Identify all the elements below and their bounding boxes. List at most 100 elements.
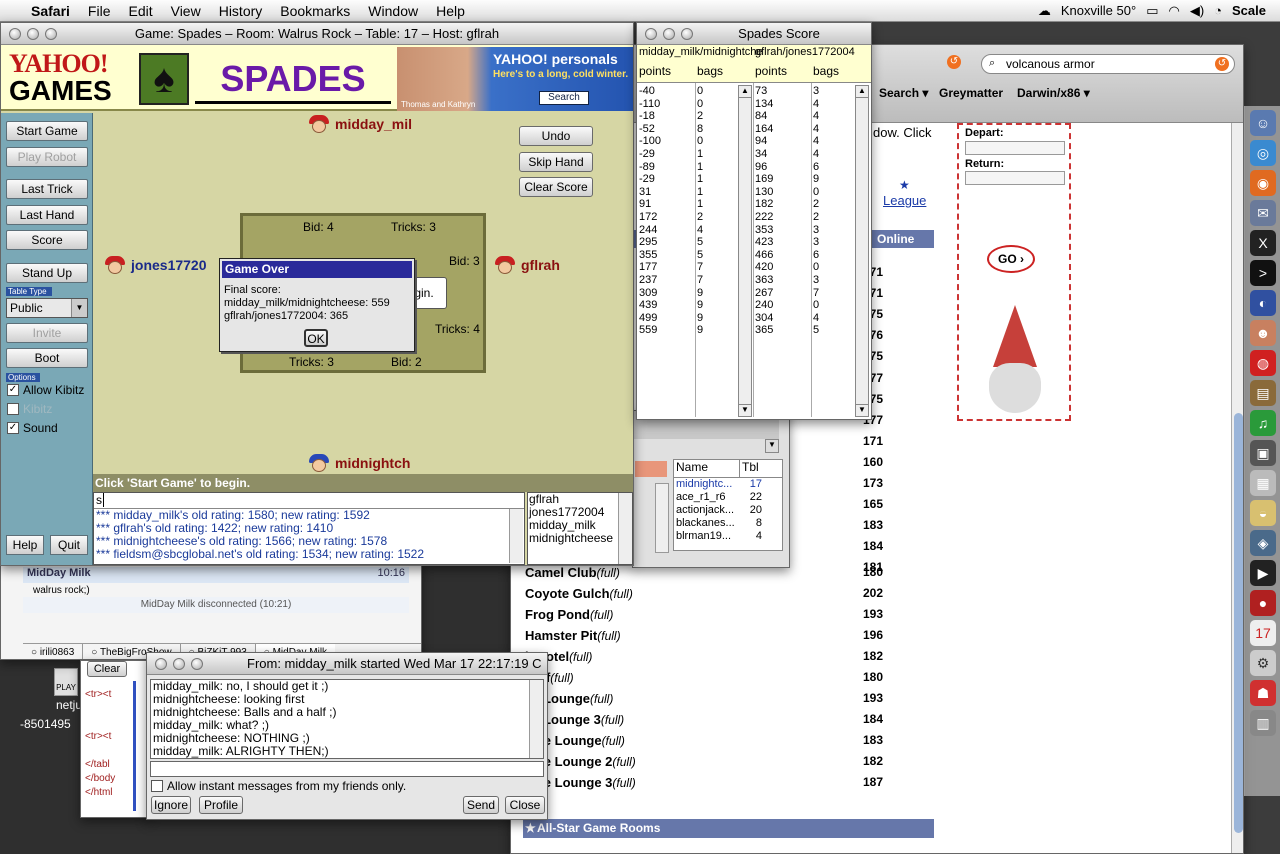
lobby-user-row[interactable]: actionjack... 20 (674, 504, 782, 517)
volume-icon[interactable]: ◀) (1190, 3, 1204, 19)
lobby-user-row[interactable]: ace_r1_r6 22 (674, 491, 782, 504)
bookmark-greymatter[interactable]: Greymatter (939, 86, 1003, 100)
room-link[interactable]: Frog Pond(full) (525, 607, 613, 622)
send-button[interactable]: Send (463, 796, 499, 814)
user-list-scrollbar[interactable] (618, 493, 632, 564)
lobby-user-row[interactable]: midnightc... 17 (674, 478, 782, 491)
minimize-icon[interactable] (663, 27, 675, 40)
battery-icon[interactable]: ▭ (1146, 3, 1158, 19)
col-name[interactable]: Name (674, 460, 740, 477)
wifi-icon[interactable]: ◠ (1168, 3, 1179, 19)
cube-icon[interactable]: ◈ (1250, 530, 1276, 556)
player-north[interactable]: midday_mil (307, 113, 412, 135)
tab-irili[interactable]: ○ irili0863 (23, 644, 84, 659)
start-game-button[interactable]: Start Game (6, 121, 88, 141)
stand-up-button[interactable]: Stand Up (6, 263, 88, 283)
scroll-down-arrow[interactable]: ▼ (739, 404, 751, 416)
menu-edit[interactable]: Edit (119, 3, 161, 19)
league-link[interactable]: League (883, 193, 926, 208)
menu-window[interactable]: Window (359, 3, 427, 19)
menu-file[interactable]: File (79, 3, 120, 19)
search-input[interactable]: volcanous armor (981, 54, 1235, 74)
mail-icon[interactable]: ✉ (1250, 200, 1276, 226)
kibitz-checkbox[interactable]: Kibitz (7, 402, 52, 416)
room-link[interactable]: Hamster Pit(full) (525, 628, 621, 643)
scroll-up-arrow[interactable]: ▲ (739, 86, 751, 98)
scroll-down-arrow[interactable]: ▼ (765, 439, 779, 453)
close-button[interactable]: Close (505, 796, 545, 814)
close-icon[interactable] (155, 657, 167, 670)
clear-score-button[interactable]: Clear Score (519, 177, 593, 197)
lobby-user-row[interactable]: blrman19... 4 (674, 530, 782, 543)
minimize-icon[interactable] (173, 657, 185, 670)
close-icon[interactable] (645, 27, 657, 40)
last-trick-button[interactable]: Last Trick (6, 179, 88, 199)
record-icon[interactable]: ● (1250, 590, 1276, 616)
ok-button[interactable]: OK (304, 329, 328, 347)
score-scrollbar-right[interactable]: ▲ ▼ (855, 85, 869, 417)
clock-icon[interactable]: ◔ (1214, 3, 1222, 18)
clear-button[interactable]: Clear (87, 661, 127, 677)
travel-ad[interactable]: Depart: Return: GO › (957, 123, 1071, 421)
im-input[interactable] (150, 761, 544, 777)
table-type-select[interactable]: Public ▼ (6, 298, 88, 318)
zoom-icon[interactable] (191, 657, 203, 670)
menu-app-safari[interactable]: Safari (22, 3, 79, 19)
lobby-scrollbar[interactable] (655, 483, 669, 553)
settings-icon[interactable]: ⚙ (1250, 650, 1276, 676)
safari-icon[interactable]: ◎ (1250, 140, 1276, 166)
user-list-item[interactable]: midnightcheese (529, 532, 632, 545)
chat-input[interactable]: s (94, 493, 524, 509)
invite-button[interactable]: Invite (6, 323, 88, 343)
bookmark-search[interactable]: Search ▾ (879, 86, 928, 100)
bookmark-darwin[interactable]: Darwin/x86 ▾ (1017, 86, 1090, 100)
go-button[interactable]: GO › (987, 245, 1035, 273)
trash-icon[interactable]: ▥ (1250, 710, 1276, 736)
menu-history[interactable]: History (210, 3, 272, 19)
scale-menu[interactable]: Scale (1232, 3, 1266, 18)
help-button[interactable]: Help (6, 535, 44, 555)
player-east[interactable]: gflrah (493, 254, 560, 276)
boot-button[interactable]: Boot (6, 348, 88, 368)
undo-button[interactable]: Undo (519, 126, 593, 146)
photo-icon[interactable]: ☻ (1250, 320, 1276, 346)
yahoo-logo[interactable]: YAHOO! (9, 51, 108, 77)
firefox-icon[interactable]: ◉ (1250, 170, 1276, 196)
weather-text[interactable]: Knoxville 50° (1061, 3, 1136, 18)
score-button[interactable]: Score (6, 230, 88, 250)
menu-bookmarks[interactable]: Bookmarks (271, 3, 359, 19)
scroll-up-arrow[interactable]: ▲ (856, 86, 868, 98)
profile-button[interactable]: Profile (199, 796, 243, 814)
movie-icon[interactable]: ▣ (1250, 440, 1276, 466)
zoom-icon[interactable] (45, 27, 57, 40)
return-select[interactable] (965, 171, 1065, 185)
allow-kibitz-checkbox[interactable]: ✓ Allow Kibitz (7, 383, 84, 397)
allow-friends-only-checkbox[interactable]: Allow instant messages from my friends o… (151, 779, 406, 793)
clapper-icon[interactable]: ▶ (1250, 560, 1276, 586)
game-titlebar[interactable]: Game: Spades – Room: Walrus Rock – Table… (1, 23, 633, 45)
skip-hand-button[interactable]: Skip Hand (519, 152, 593, 172)
menu-view[interactable]: View (162, 3, 210, 19)
snapback-icon[interactable]: ↺ (947, 55, 961, 69)
room-link[interactable]: Coyote Gulch(full) (525, 586, 633, 601)
sound-checkbox[interactable]: ✓ Sound (7, 421, 58, 435)
im-titlebar[interactable]: From: midday_milk started Wed Mar 17 22:… (147, 653, 547, 675)
scroll-down-arrow[interactable]: ▼ (856, 404, 868, 416)
score-titlebar[interactable]: Spades Score (637, 23, 871, 45)
close-icon[interactable] (9, 27, 21, 40)
book-icon[interactable]: ▤ (1250, 380, 1276, 406)
itunes-file-icon[interactable]: PLAY (54, 668, 78, 696)
itunes-icon[interactable]: ♫ (1250, 410, 1276, 436)
personals-ad[interactable]: Thomas and Kathryn YAHOO! personals Here… (397, 47, 633, 111)
search-snapback-icon[interactable]: ↺ (1215, 57, 1229, 71)
safari-scrollbar[interactable] (1231, 123, 1243, 853)
chat-scrollbar[interactable] (509, 509, 523, 563)
player-west[interactable]: jones17720 (103, 254, 207, 276)
zoom-icon[interactable] (681, 27, 693, 40)
calendar-icon[interactable]: 17 (1250, 620, 1276, 646)
browser-icon[interactable]: ◍ (1250, 350, 1276, 376)
depart-select[interactable] (965, 141, 1065, 155)
finder-icon[interactable]: ☺ (1250, 110, 1276, 136)
menu-help[interactable]: Help (427, 3, 474, 19)
play-robot-button[interactable]: Play Robot (6, 147, 88, 167)
